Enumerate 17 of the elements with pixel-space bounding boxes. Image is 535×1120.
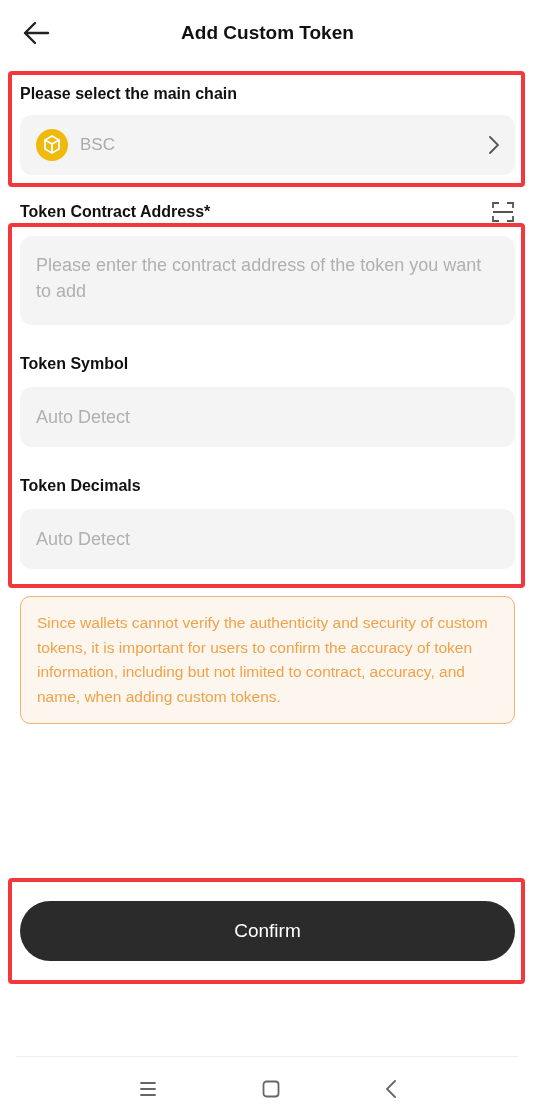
- warning-notice: Since wallets cannot verify the authenticity and security of custom tokens, it is important for users to confirm the accuracy of token information, including but not limited to contract, accuracy, and name, when adding custom tokens.: [20, 596, 515, 724]
- input-field[interactable]: Auto Detect: [20, 387, 515, 447]
- field-label: Token Decimals: [20, 477, 142, 495]
- scan-icon[interactable]: [492, 201, 514, 223]
- back-arrow-icon[interactable]: [22, 21, 50, 45]
- back-chevron-icon[interactable]: [384, 1079, 397, 1098]
- field-label: Token Symbol: [20, 355, 130, 373]
- address-input[interactable]: Please enter the contract address of the token you want to add: [20, 236, 515, 325]
- home-square-icon[interactable]: [261, 1079, 280, 1098]
- page-title: Add Custom Token: [181, 22, 354, 44]
- chevron-right-icon: [489, 136, 499, 154]
- confirm-button[interactable]: Confirm: [20, 901, 515, 961]
- menu-icon[interactable]: [138, 1080, 157, 1097]
- chain-logo-icon: [36, 129, 68, 161]
- field-label: Token Contract Address*: [20, 203, 211, 221]
- input-field[interactable]: Auto Detect: [20, 509, 515, 569]
- field-label: Please select the main chain: [20, 85, 238, 103]
